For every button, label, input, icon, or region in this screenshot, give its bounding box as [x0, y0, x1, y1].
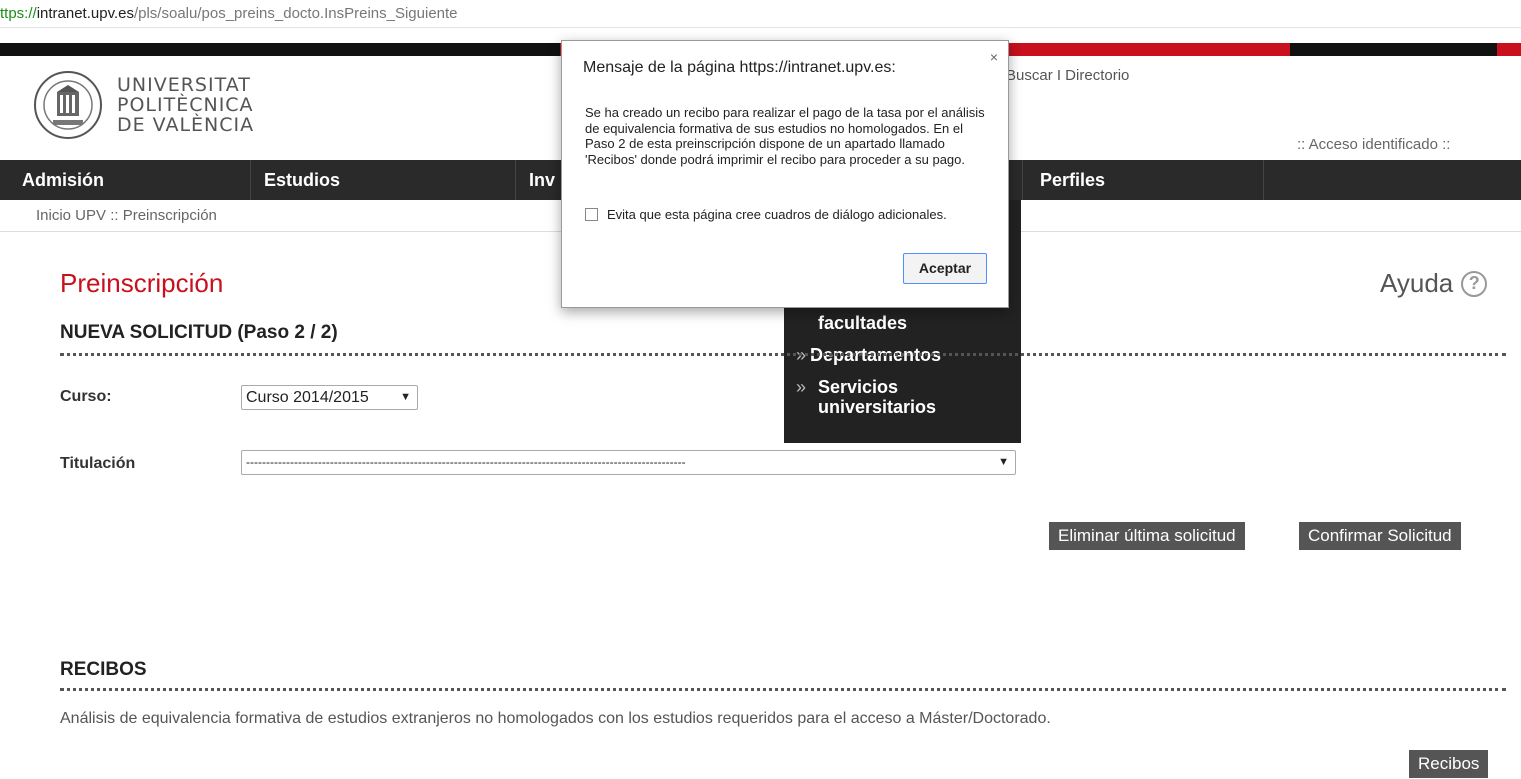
url-path: /pls/soalu/pos_preins_docto.InsPreins_Si…	[133, 5, 458, 22]
nav-separator	[1263, 160, 1264, 200]
top-links[interactable]: Buscar I Directorio	[1006, 67, 1129, 84]
breadcrumb[interactable]: Inicio UPV :: Preinscripción	[36, 207, 217, 224]
confirmar-solicitud-button[interactable]: Confirmar Solicitud	[1299, 522, 1461, 550]
section-title: NUEVA SOLICITUD (Paso 2 / 2)	[60, 322, 338, 343]
nav-separator	[1022, 160, 1023, 200]
nav-item-investigacion[interactable]: Inv	[517, 160, 555, 200]
dialog-message: Se ha creado un recibo para realizar el …	[585, 105, 985, 167]
dotted-divider	[60, 688, 1506, 691]
menu-item-label: Servicios universitarios	[818, 377, 937, 417]
nav-item-perfiles[interactable]: Perfiles	[1028, 160, 1105, 200]
menu-item-facultades[interactable]: facultades	[818, 313, 907, 333]
eliminar-solicitud-button[interactable]: Eliminar última solicitud	[1049, 522, 1245, 550]
suppress-dialogs-checkbox[interactable]: Evita que esta página cree cuadros de di…	[585, 207, 947, 222]
curso-label: Curso:	[60, 388, 112, 405]
titulacion-label: Titulación	[60, 455, 136, 472]
help-link[interactable]: Ayuda ?	[1380, 268, 1488, 299]
dotted-divider	[60, 353, 1506, 356]
nav-separator	[250, 160, 251, 200]
close-icon[interactable]: ×	[990, 49, 998, 65]
logo-line-3: DE VALÈNCIA	[117, 114, 255, 136]
help-label: Ayuda	[1380, 268, 1454, 298]
curso-select[interactable]: Curso 2014/2015 ▼	[241, 385, 418, 410]
alert-dialog: Mensaje de la página https://intranet.up…	[561, 40, 1009, 308]
checkbox-box[interactable]	[585, 208, 598, 221]
help-circle-icon: ?	[1461, 270, 1488, 297]
nav-item-estudios[interactable]: Estudios	[252, 160, 340, 200]
dropdown-arrow-icon: ▼	[994, 451, 1009, 474]
address-bar[interactable]: ttps://intranet.upv.es/pls/soalu/pos_pre…	[0, 0, 1521, 28]
titulacion-select[interactable]: ----------------------------------------…	[241, 450, 1016, 475]
access-link[interactable]: :: Acceso identificado ::	[1297, 136, 1450, 153]
logo-text: UNIVERSITAT POLITÈCNICA DE VALÈNCIA	[117, 75, 254, 135]
upv-logo[interactable]: UNIVERSITAT POLITÈCNICA DE VALÈNCIA	[33, 70, 254, 140]
nav-separator	[515, 160, 516, 200]
url-scheme: ttps://	[0, 5, 37, 22]
logo-line-1: UNIVERSITAT	[117, 74, 251, 96]
recibos-description: Análisis de equivalencia formativa de es…	[60, 710, 1051, 727]
university-seal-icon	[34, 71, 102, 139]
recibos-title: RECIBOS	[60, 659, 147, 680]
titulacion-selected-value: ----------------------------------------…	[246, 455, 686, 469]
menu-item-servicios[interactable]: » Servicios universitarios	[796, 377, 996, 417]
checkbox-label: Evita que esta página cree cuadros de di…	[607, 207, 947, 222]
double-chevron-icon: »	[796, 377, 807, 397]
page-title: Preinscripción	[60, 268, 224, 298]
nav-item-admision[interactable]: Admisión	[10, 160, 104, 200]
stripe-red-right	[1497, 43, 1521, 56]
dropdown-arrow-icon: ▼	[400, 391, 411, 403]
recibos-button[interactable]: Recibos	[1409, 750, 1489, 778]
url-host: intranet.upv.es	[36, 5, 134, 22]
dialog-title: Mensaje de la página https://intranet.up…	[583, 59, 896, 76]
logo-line-2: POLITÈCNICA	[117, 94, 254, 116]
curso-selected-value: Curso 2014/2015	[246, 389, 369, 406]
accept-button[interactable]: Aceptar	[903, 253, 987, 284]
